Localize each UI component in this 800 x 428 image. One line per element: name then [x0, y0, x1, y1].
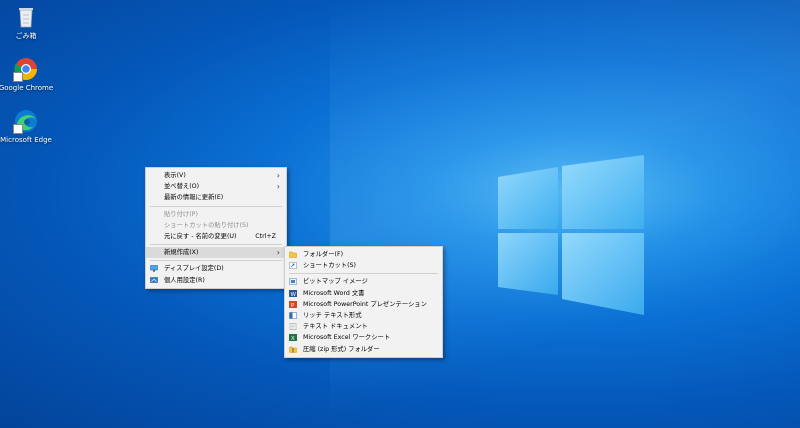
submenu-item-label: リッチ テキスト形式	[303, 311, 362, 319]
desktop-icon-chrome[interactable]: Google Chrome	[0, 56, 57, 93]
powerpoint-icon: P	[289, 300, 297, 309]
rtf-icon	[289, 312, 297, 319]
submenu-item-word[interactable]: W Microsoft Word 文書	[285, 288, 442, 299]
svg-text:W: W	[291, 292, 297, 297]
menu-item-refresh[interactable]: 最新の情報に更新(E)	[146, 192, 286, 203]
windows-logo	[498, 155, 644, 315]
submenu-item-text[interactable]: テキスト ドキュメント	[285, 321, 442, 332]
menu-item-paste-shortcut[interactable]: ショートカットの貼り付け(S)	[146, 220, 286, 231]
menu-item-label: 元に戻す - 名前の変更(U)	[164, 232, 237, 240]
menu-separator	[150, 244, 282, 246]
display-icon	[150, 265, 158, 273]
excel-icon: X	[289, 334, 297, 342]
menu-separator	[150, 260, 282, 262]
menu-separator	[289, 273, 438, 275]
desktop-icon-label: ごみ箱	[15, 32, 37, 40]
submenu-item-label: 圧縮 (zip 形式) フォルダー	[303, 345, 380, 353]
menu-item-label: 貼り付け(P)	[164, 210, 198, 218]
submenu-item-label: Microsoft PowerPoint プレゼンテーション	[303, 300, 427, 308]
submenu-item-label: ショートカット(S)	[303, 262, 356, 270]
svg-text:X: X	[291, 336, 295, 341]
submenu-item-label: Microsoft Word 文書	[303, 289, 365, 297]
menu-item-personalize[interactable]: 個人用設定(R)	[146, 275, 286, 286]
shortcut-icon	[289, 262, 297, 269]
submenu-item-zip-folder[interactable]: 圧縮 (zip 形式) フォルダー	[285, 344, 442, 355]
menu-separator	[150, 205, 282, 207]
submenu-item-folder[interactable]: フォルダー(F)	[285, 249, 442, 260]
desktop-icon-label: Microsoft Edge	[0, 136, 52, 144]
desktop-icon-recycle-bin[interactable]: ごみ箱	[0, 4, 57, 41]
edge-icon	[13, 108, 39, 134]
menu-item-new[interactable]: 新規作成(X) ›	[146, 247, 286, 259]
new-submenu: フォルダー(F) ショートカット(S) ビットマップ イメージ W Micros…	[284, 246, 443, 358]
submenu-item-shortcut[interactable]: ショートカット(S)	[285, 260, 442, 271]
bitmap-icon	[289, 278, 297, 286]
menu-item-paste[interactable]: 貼り付け(P)	[146, 209, 286, 220]
submenu-item-label: テキスト ドキュメント	[303, 323, 368, 331]
folder-icon	[289, 251, 297, 258]
submenu-item-excel[interactable]: X Microsoft Excel ワークシート	[285, 332, 442, 343]
menu-item-label: 最新の情報に更新(E)	[164, 194, 224, 202]
desktop-icon-edge[interactable]: Microsoft Edge	[0, 108, 57, 145]
submenu-item-powerpoint[interactable]: P Microsoft PowerPoint プレゼンテーション	[285, 299, 442, 310]
menu-item-display-settings[interactable]: ディスプレイ設定(D)	[146, 263, 286, 274]
menu-item-label: 並べ替え(O)	[164, 183, 200, 191]
zip-folder-icon	[289, 346, 297, 353]
text-icon	[289, 323, 297, 330]
recycle-bin-icon	[13, 4, 39, 30]
submenu-item-rtf[interactable]: リッチ テキスト形式	[285, 310, 442, 321]
menu-item-sort[interactable]: 並べ替え(O) ›	[146, 181, 286, 192]
personalize-icon	[150, 276, 158, 284]
menu-item-label: 新規作成(X)	[164, 249, 199, 257]
word-icon: W	[289, 289, 297, 298]
desktop-icon-label: Google Chrome	[0, 84, 54, 92]
chevron-right-icon: ›	[276, 171, 280, 180]
menu-item-shortcut: Ctrl+Z	[255, 232, 276, 240]
menu-item-view[interactable]: 表示(V) ›	[146, 170, 286, 181]
submenu-item-label: ビットマップ イメージ	[303, 278, 368, 286]
submenu-item-label: フォルダー(F)	[303, 251, 344, 258]
menu-item-undo-rename[interactable]: 元に戻す - 名前の変更(U) Ctrl+Z	[146, 231, 286, 242]
submenu-item-bitmap[interactable]: ビットマップ イメージ	[285, 276, 442, 287]
chrome-icon	[13, 56, 39, 82]
desktop-context-menu: 表示(V) › 並べ替え(O) › 最新の情報に更新(E) 貼り付け(P) ショ…	[145, 167, 287, 289]
menu-item-label: ディスプレイ設定(D)	[164, 265, 224, 273]
menu-item-label: ショートカットの貼り付け(S)	[164, 221, 249, 229]
menu-item-label: 表示(V)	[164, 172, 186, 179]
chevron-right-icon: ›	[276, 182, 280, 192]
chevron-right-icon: ›	[276, 248, 280, 258]
menu-item-label: 個人用設定(R)	[164, 276, 205, 284]
submenu-item-label: Microsoft Excel ワークシート	[303, 334, 391, 342]
